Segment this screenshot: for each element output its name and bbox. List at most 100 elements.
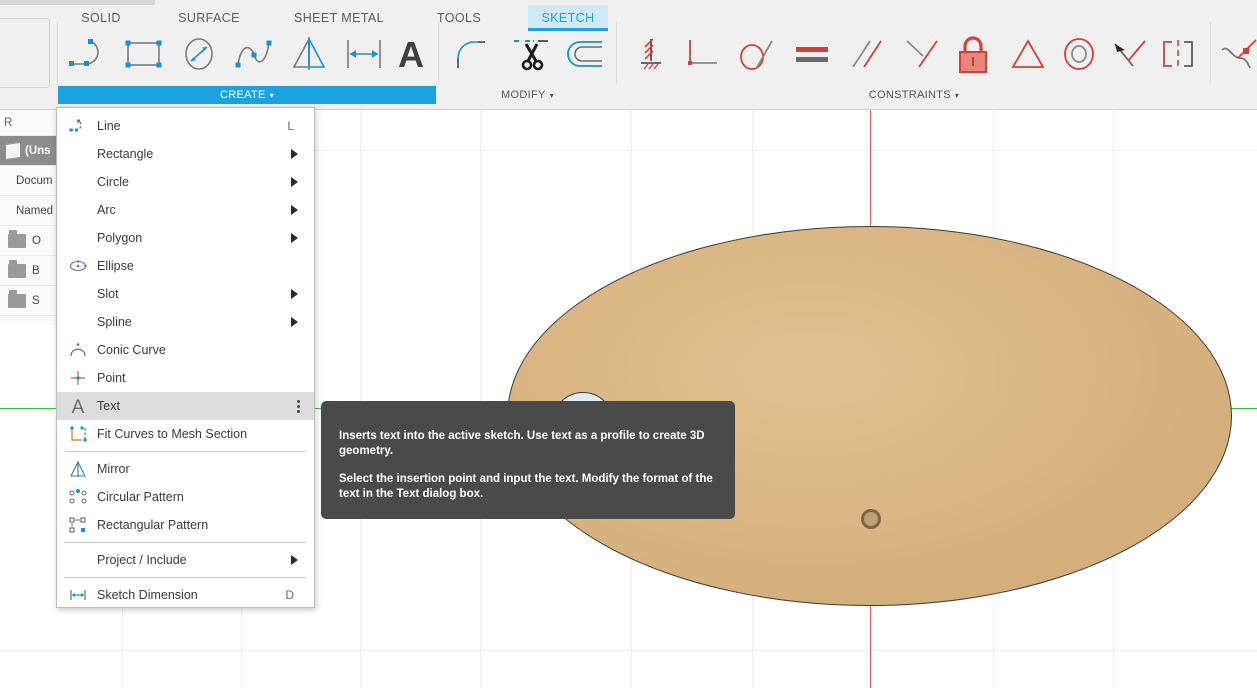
tooltip-paragraph-2: Select the insertion point and input the… (339, 473, 713, 500)
text-tool-button[interactable]: A (385, 30, 437, 78)
browser-item-label: Named (16, 204, 54, 217)
collinear-icon (1163, 40, 1193, 68)
mirror-tool-button[interactable] (283, 30, 335, 78)
line-tool-button[interactable] (63, 30, 115, 78)
menu-item-circle[interactable]: Circle (57, 168, 314, 196)
file-menu-button[interactable] (0, 18, 50, 88)
blank-icon (67, 144, 89, 164)
text-icon: A (398, 35, 424, 73)
menu-item-spline[interactable]: Spline (57, 308, 314, 336)
origin-point[interactable] (861, 509, 881, 529)
menu-item-conic-curve[interactable]: Conic Curve (57, 336, 314, 364)
equal-icon (796, 47, 828, 62)
menu-item-arc[interactable]: Arc (57, 196, 314, 224)
browser-item-sketches[interactable]: S (0, 286, 57, 316)
panel-label-constraints[interactable]: CONSTRAINTS ▾ (618, 86, 1210, 104)
browser-header: R (0, 110, 57, 136)
panel-label-create[interactable]: CREATE ▾ (58, 86, 436, 104)
tab-sketch[interactable]: SKETCH (528, 5, 608, 31)
menu-item-rectangle[interactable]: Rectangle (57, 140, 314, 168)
grid-line-vertical (360, 110, 361, 688)
curvature-icon (1221, 39, 1257, 69)
overflow-menu-icon[interactable] (297, 399, 300, 413)
tab-surface[interactable]: SURFACE (163, 5, 255, 31)
create-dropdown-menu[interactable]: Line L Rectangle Circle Arc Polygon Elli… (56, 107, 315, 608)
menu-item-shortcut: D (285, 588, 294, 602)
parallel-constraint-button[interactable] (841, 30, 893, 78)
coincident-constraint-button[interactable] (896, 30, 948, 78)
browser-item-unsaved[interactable]: (Uns (0, 136, 57, 166)
browser-item-named-views[interactable]: Named (0, 196, 57, 226)
menu-item-label: Mirror (97, 462, 130, 476)
menu-divider (65, 451, 306, 452)
tab-label: SURFACE (178, 11, 240, 25)
menu-divider (65, 542, 306, 543)
text-icon: A (67, 396, 89, 416)
submenu-arrow-icon (291, 177, 298, 187)
menu-item-label: Spline (97, 315, 132, 329)
blank-icon (67, 550, 89, 570)
svg-text:A: A (398, 35, 424, 73)
svg-text:A: A (72, 397, 85, 416)
menu-item-label: Project / Include (97, 553, 187, 567)
menu-item-label: Point (97, 371, 126, 385)
sketch-dimension-icon (347, 40, 381, 68)
trim-tool-button[interactable] (505, 30, 557, 78)
browser-panel[interactable]: R (Uns Docum Named O B S (0, 110, 58, 325)
menu-item-mirror[interactable]: Mirror (57, 455, 314, 483)
concentric-constraint-button[interactable] (1053, 30, 1105, 78)
menu-item-sketch-dimension[interactable]: Sketch Dimension D (57, 581, 314, 609)
submenu-arrow-icon (291, 555, 298, 565)
sketch-dimension-tool-button[interactable] (338, 30, 390, 78)
menu-item-shortcut: L (287, 119, 294, 133)
ribbon-toolbar: SOLID SURFACE SHEET METAL TOOLS SKETCH A… (0, 0, 1257, 110)
menu-item-line[interactable]: Line L (57, 112, 314, 140)
fix-unfix-constraint-button[interactable] (625, 30, 677, 78)
sketch-dimension-icon (67, 585, 89, 605)
menu-divider (65, 577, 306, 578)
menu-item-project-include[interactable]: Project / Include (57, 546, 314, 574)
symmetry-constraint-button[interactable] (1002, 30, 1054, 78)
rectangle-tool-button[interactable] (118, 30, 170, 78)
folder-icon (8, 229, 26, 248)
offset-icon (567, 41, 602, 67)
menu-item-fit-curves-to-mesh-section[interactable]: Fit Curves to Mesh Section (57, 420, 314, 448)
midpoint-icon (1114, 40, 1146, 67)
menu-item-polygon[interactable]: Polygon (57, 224, 314, 252)
menu-item-label: Ellipse (97, 259, 134, 273)
offset-tool-button[interactable] (558, 30, 610, 78)
curvature-constraint-button[interactable] (1213, 30, 1257, 78)
spline-tool-button[interactable] (228, 30, 280, 78)
tab-sheet-metal[interactable]: SHEET METAL (281, 5, 397, 31)
perpendicular-icon (688, 40, 717, 65)
tangent-constraint-button[interactable] (731, 30, 783, 78)
browser-item-origin[interactable]: O (0, 226, 57, 256)
tab-solid[interactable]: SOLID (62, 5, 140, 31)
menu-item-circular-pattern[interactable]: Circular Pattern (57, 483, 314, 511)
tab-tools[interactable]: TOOLS (424, 5, 494, 31)
panel-divider (57, 22, 58, 84)
menu-item-point[interactable]: Point (57, 364, 314, 392)
fillet-tool-button[interactable] (448, 30, 500, 78)
blank-icon (67, 172, 89, 192)
triangle-icon (1011, 39, 1045, 68)
equal-constraint-button[interactable] (786, 30, 838, 78)
submenu-arrow-icon (291, 289, 298, 299)
collinear-constraint-button[interactable] (1152, 30, 1204, 78)
menu-item-rectangular-pattern[interactable]: Rectangular Pattern (57, 511, 314, 539)
midpoint-constraint-button[interactable] (1104, 30, 1156, 78)
menu-item-slot[interactable]: Slot (57, 280, 314, 308)
submenu-arrow-icon (291, 149, 298, 159)
blank-icon (67, 312, 89, 332)
lock-constraint-button[interactable] (947, 30, 999, 78)
perpendicular-constraint-button[interactable] (676, 30, 728, 78)
menu-item-label: Arc (97, 203, 116, 217)
browser-item-bodies[interactable]: B (0, 256, 57, 286)
menu-item-label: Fit Curves to Mesh Section (97, 427, 248, 441)
menu-item-ellipse[interactable]: Ellipse (57, 252, 314, 280)
line-icon (67, 116, 89, 136)
panel-label-modify[interactable]: MODIFY ▾ (440, 86, 615, 104)
menu-item-text[interactable]: A Text (57, 392, 314, 420)
circle-tool-button[interactable] (173, 30, 225, 78)
browser-item-document-settings[interactable]: Docum (0, 166, 57, 196)
